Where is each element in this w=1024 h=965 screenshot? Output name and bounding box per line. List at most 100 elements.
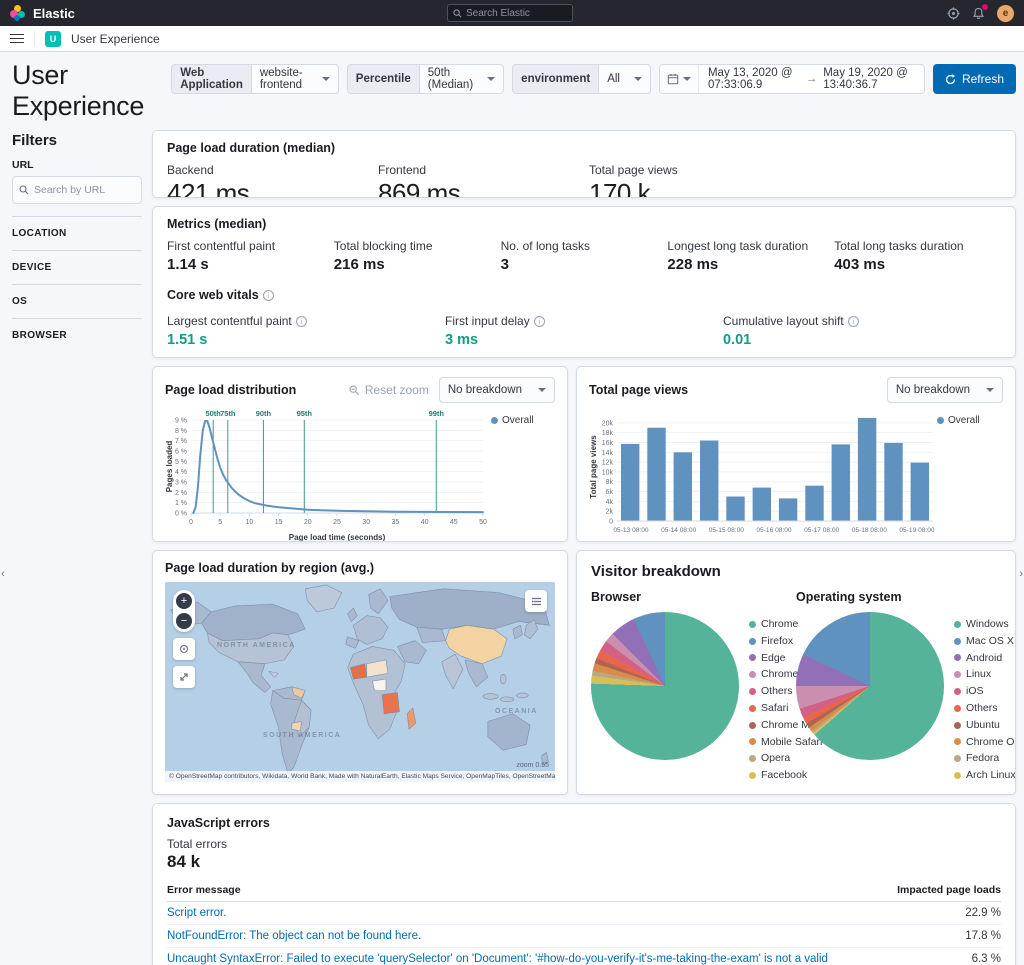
legend-item[interactable]: Mac OS X xyxy=(954,633,1015,650)
filters-title: Filters xyxy=(12,132,58,149)
metric-longest-task: Longest long task duration 228 ms xyxy=(667,239,809,273)
legend-dot xyxy=(954,637,961,645)
legend-label: Edge xyxy=(761,651,786,664)
svg-text:05-15 08:00: 05-15 08:00 xyxy=(709,527,745,534)
calendar-dropdown[interactable] xyxy=(659,65,699,93)
legend-item[interactable]: Windows xyxy=(954,616,1015,633)
legend-label: Firefox xyxy=(761,634,794,647)
panel-title: Total page views xyxy=(589,383,689,397)
legend-item[interactable]: Fedora xyxy=(954,750,1015,767)
filter-section-browser[interactable]: BROWSER xyxy=(12,318,142,352)
percentile-select[interactable]: 50th (Median) xyxy=(418,64,505,94)
svg-text:4k: 4k xyxy=(606,499,614,506)
info-icon[interactable]: i xyxy=(847,315,859,327)
collapse-left-handle[interactable]: ‹ xyxy=(1,568,5,580)
legend-item[interactable]: Chrome OS xyxy=(954,734,1015,751)
legend-item[interactable]: Ubuntu xyxy=(954,717,1015,734)
filter-section-location[interactable]: LOCATION xyxy=(12,216,142,250)
elastic-brand[interactable]: Elastic xyxy=(10,5,75,21)
page-load-distribution-chart[interactable]: 0 % 1 % 2 % 3 % 4 % 5 % 6 % 7 % 8 % 9 % 0 5 10 15 20 25… xyxy=(165,405,491,542)
vital-bar-segment xyxy=(336,357,357,358)
legend-item[interactable]: Linux xyxy=(954,666,1015,683)
visitor-breakdown-panel: Visitor breakdown Browser Chrome Firefox E… xyxy=(576,550,1016,795)
legend-label: Ubuntu xyxy=(966,718,1000,731)
map-zoom-in-button[interactable]: + xyxy=(176,593,192,609)
url-search-input[interactable] xyxy=(34,184,120,196)
map-legend-toggle-button[interactable] xyxy=(525,590,547,612)
info-icon[interactable]: i xyxy=(295,315,307,327)
chevron-down-icon xyxy=(633,77,642,81)
chevron-down-icon xyxy=(487,77,496,81)
legend-item[interactable]: Others xyxy=(954,700,1015,717)
vital-bar xyxy=(167,357,357,358)
chevron-down-icon xyxy=(538,388,546,392)
os-pie-chart[interactable] xyxy=(796,612,944,760)
menu-icon[interactable] xyxy=(10,33,24,44)
vital-bar xyxy=(445,357,635,358)
svg-text:05-17 08:00: 05-17 08:00 xyxy=(804,527,840,534)
global-search-input[interactable] xyxy=(466,7,567,19)
total-page-views-chart[interactable]: 0 2k 4k 6k 8k 10k 12k 14k 16k 18k 20k 05-13 08:00 05… xyxy=(589,405,937,542)
service-filter: Web Application website-frontend xyxy=(171,64,339,94)
total-errors-label: Total errors xyxy=(167,837,228,851)
impact-value: 17.8 % xyxy=(897,924,1001,948)
refresh-button[interactable]: Refresh xyxy=(932,64,1016,94)
date-end[interactable]: May 19, 2020 @ 13:40:36.7 xyxy=(823,67,915,91)
chart-legend[interactable]: Overall xyxy=(937,405,995,541)
legend-dot xyxy=(954,620,961,628)
global-search[interactable] xyxy=(447,4,573,22)
map-set-view-button[interactable] xyxy=(173,638,195,660)
alerts-bell-icon[interactable] xyxy=(972,3,988,20)
svg-text:Pages loaded: Pages loaded xyxy=(165,441,174,493)
column-impacted-page-loads[interactable]: Impacted page loads xyxy=(897,880,1001,902)
legend-item[interactable]: iOS xyxy=(954,683,1015,700)
date-range-picker: May 13, 2020 @ 07:33:06.9 → May 19, 2020… xyxy=(658,64,925,94)
world-map[interactable]: NORTH AMERICA SOUTH AMERICA OCEANIA + − xyxy=(165,582,555,782)
percentile-filter-label: Percentile xyxy=(346,64,419,94)
legend-label: Android xyxy=(966,651,1003,664)
ux-app-icon[interactable]: U xyxy=(45,30,61,47)
svg-text:95th: 95th xyxy=(297,409,313,418)
user-avatar[interactable]: e xyxy=(997,4,1014,22)
error-message-link[interactable]: Uncaught SyntaxError: Failed to execute … xyxy=(167,947,898,965)
breakdown-select[interactable]: No breakdown xyxy=(438,377,555,403)
map-zoom-out-button[interactable]: − xyxy=(176,613,192,629)
chart-legend[interactable]: Overall xyxy=(491,405,549,541)
legend-label: Arch Linux xyxy=(966,769,1016,782)
svg-text:45: 45 xyxy=(450,519,458,526)
environment-select[interactable]: All xyxy=(598,64,651,94)
svg-text:6 %: 6 % xyxy=(175,449,187,456)
error-message-link[interactable]: NotFoundError: The object can not be fou… xyxy=(167,924,898,948)
url-search[interactable] xyxy=(12,176,142,204)
chevron-down-icon xyxy=(682,77,691,81)
deployment-icon[interactable] xyxy=(947,6,960,20)
panel-title: Metrics (median) xyxy=(167,217,267,231)
calendar-icon xyxy=(667,73,679,85)
legend-dot xyxy=(954,654,961,662)
map-label: OCEANIA xyxy=(495,708,538,715)
breadcrumb[interactable]: User Experience xyxy=(71,32,160,46)
legend-item[interactable]: Arch Linux xyxy=(954,767,1016,784)
filter-section-device[interactable]: DEVICE xyxy=(12,250,142,284)
column-error-message[interactable]: Error message xyxy=(167,880,898,902)
reset-zoom-button[interactable]: Reset zoom xyxy=(349,383,429,397)
browser-pie-chart[interactable] xyxy=(591,612,739,760)
legend-item[interactable]: Android xyxy=(954,650,1015,667)
breakdown-select[interactable]: No breakdown xyxy=(886,377,1003,403)
error-message-link[interactable]: Script error. xyxy=(167,901,898,925)
info-icon[interactable]: i xyxy=(262,289,274,301)
svg-text:30: 30 xyxy=(362,519,370,526)
date-start[interactable]: May 13, 2020 @ 07:33:06.9 xyxy=(708,67,800,91)
panel-title: Page load duration (median) xyxy=(167,141,336,155)
vital-fid: First input delayi 3 ms Good (90%) Needs… xyxy=(445,314,723,358)
svg-text:50th: 50th xyxy=(205,409,221,418)
service-select[interactable]: website-frontend xyxy=(250,64,339,94)
info-icon[interactable]: i xyxy=(533,315,545,327)
divider xyxy=(34,30,35,47)
collapse-right-handle[interactable]: › xyxy=(1019,568,1023,580)
map-expand-button[interactable] xyxy=(173,666,195,688)
legend-dot xyxy=(749,654,756,662)
svg-text:05-16 08:00: 05-16 08:00 xyxy=(756,527,792,534)
percentile-filter: Percentile 50th (Median) xyxy=(346,64,505,94)
filter-section-os[interactable]: OS xyxy=(12,284,142,318)
